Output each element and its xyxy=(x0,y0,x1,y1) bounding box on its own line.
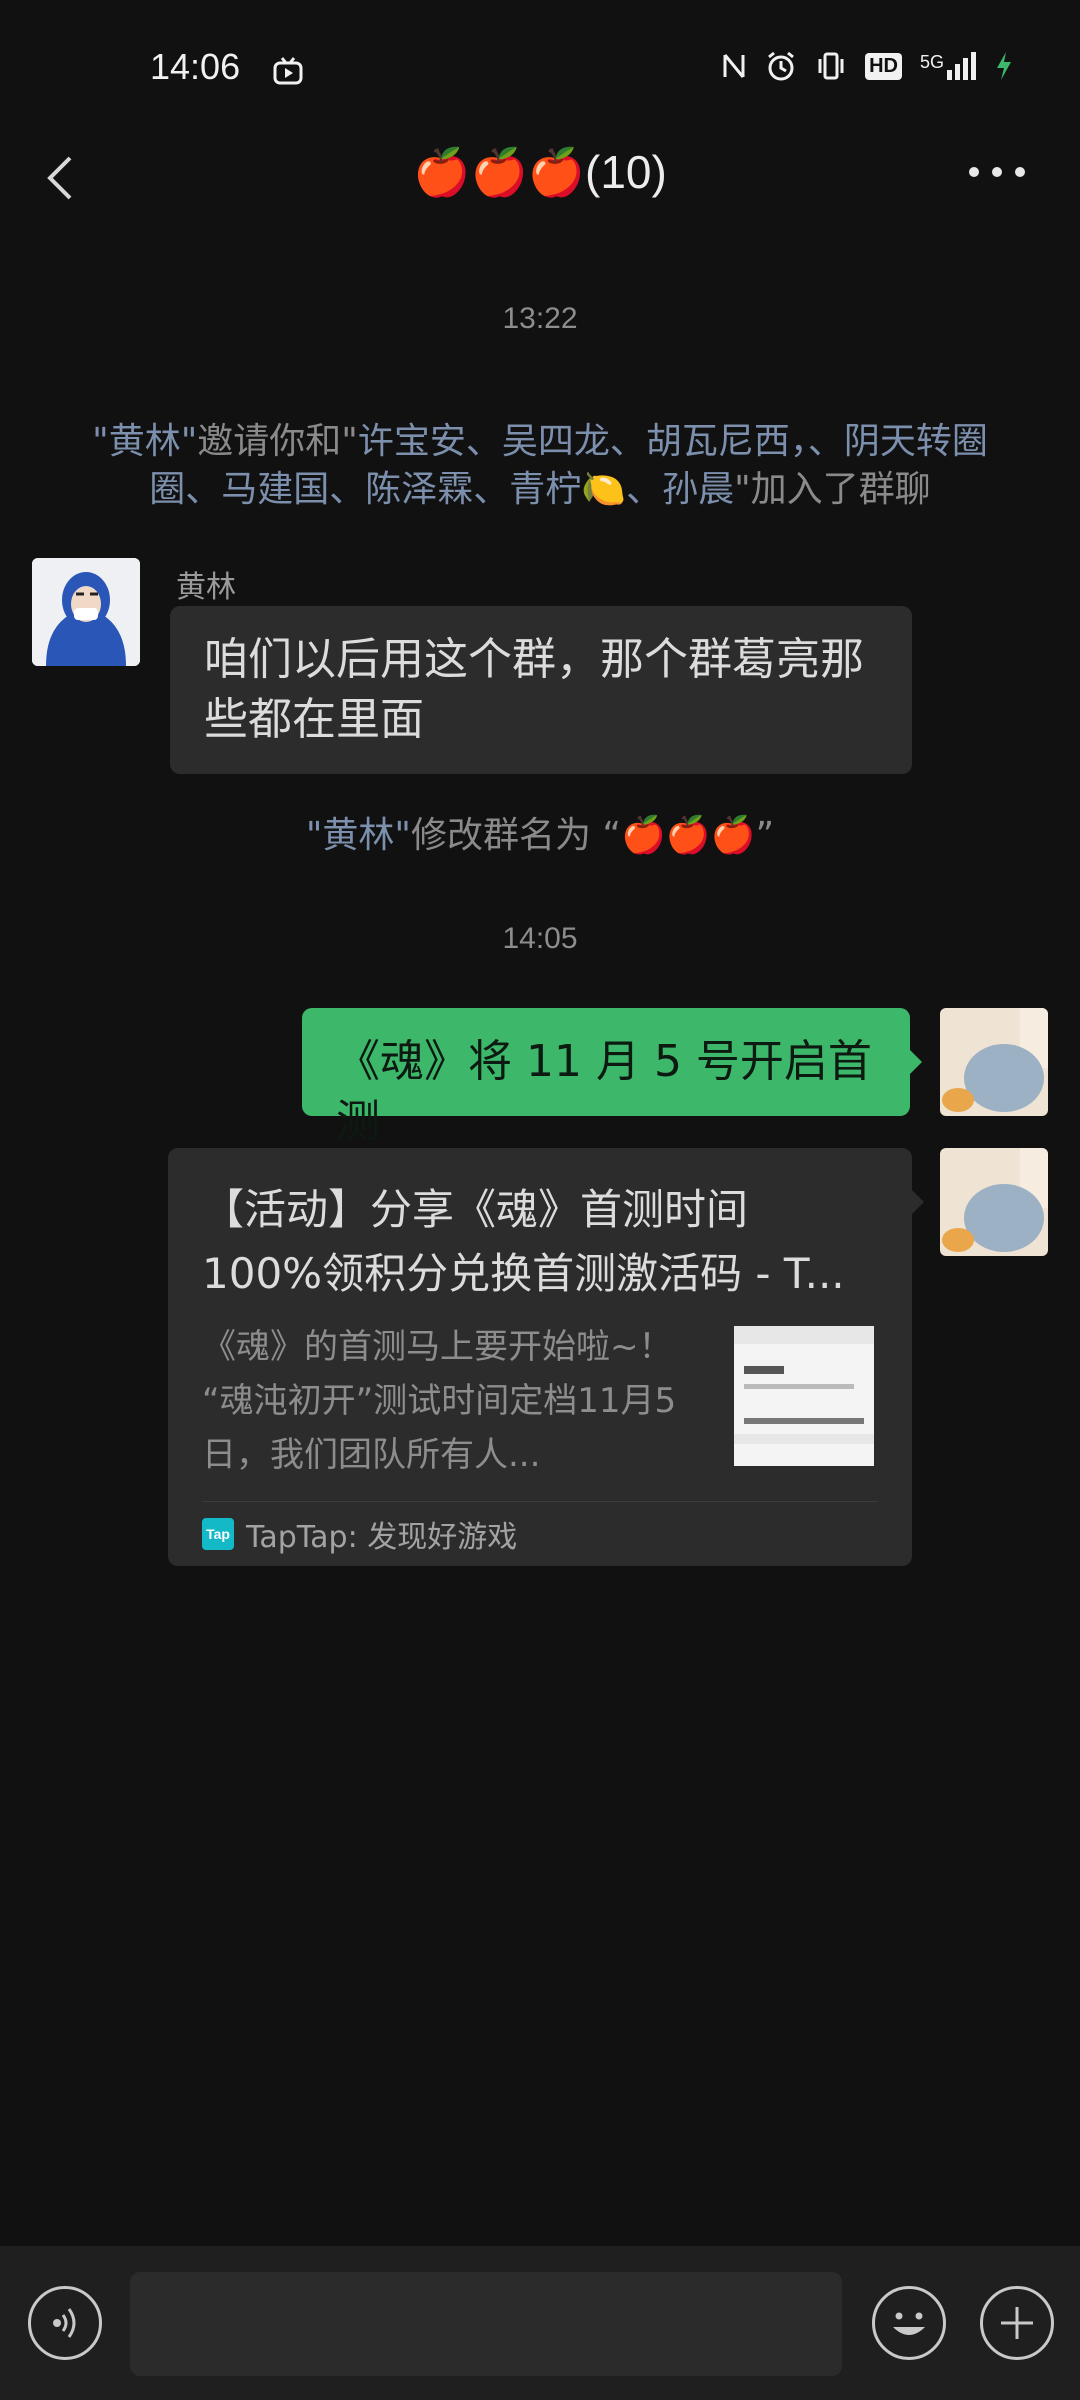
more-options-icon[interactable] xyxy=(962,152,1032,192)
network-type: 5G xyxy=(919,52,944,72)
system-message-invite: "黄林"邀请你和"许宝安、吴四龙、胡瓦尼西，、阴天转圈圈、马建国、陈泽霖、青柠🍋… xyxy=(80,418,1000,514)
plus-icon xyxy=(1001,2307,1033,2339)
timestamp: 14:05 xyxy=(502,922,578,955)
avatar-image xyxy=(32,558,140,666)
hd-icon: HD xyxy=(865,52,902,80)
actor-name[interactable]: "黄林" xyxy=(306,815,411,856)
card-source: TapTap: 发现好游戏 xyxy=(246,1520,518,1555)
rename-text: 修改群名为 “🍎🍎🍎” xyxy=(410,815,775,856)
message-input[interactable] xyxy=(130,2272,842,2376)
card-body: 《魂》的首测马上要开始啦~！ “魂沌初开”测试时间定档11月5日，我们团队所有人… xyxy=(202,1320,878,1482)
card-thumbnail xyxy=(734,1326,874,1466)
timestamp: 13:22 xyxy=(502,302,578,335)
sender-name: 黄林 xyxy=(176,570,236,605)
card-description: 《魂》的首测马上要开始啦~！ “魂沌初开”测试时间定档11月5日，我们团队所有人… xyxy=(202,1327,677,1475)
card-title: 【活动】分享《魂》首测时间 100%领积分兑换首测激活码 - T... xyxy=(202,1185,845,1298)
message-bubble-outgoing[interactable]: 《魂》将 11 月 5 号开启首测 xyxy=(302,1008,910,1147)
avatar-image xyxy=(940,1008,1048,1116)
avatar-self[interactable] xyxy=(940,1008,1048,1116)
message-bubble[interactable]: 咱们以后用这个群，那个群葛亮那些都在里面 xyxy=(170,606,912,774)
5g-signal-icon: 5G xyxy=(920,52,976,80)
avatar-huanglin[interactable] xyxy=(32,558,140,666)
avatar-self[interactable] xyxy=(940,1148,1048,1256)
taptap-logo-icon: Tap xyxy=(202,1518,234,1550)
status-time: 14:06 xyxy=(150,46,241,87)
more-functions-button[interactable] xyxy=(980,2286,1054,2360)
voice-input-button[interactable] xyxy=(28,2286,102,2360)
status-bar: 14:06 HD 5G xyxy=(0,0,1080,140)
card-tail xyxy=(910,1188,924,1216)
card-footer: Tap TapTap: 发现好游戏 xyxy=(202,1501,878,1566)
emoji-button[interactable] xyxy=(872,2286,946,2360)
chat-title: 🍎🍎🍎(10) xyxy=(413,146,667,198)
inviter-name[interactable]: "黄林" xyxy=(92,421,197,462)
alarm-icon xyxy=(768,51,795,81)
emoji-icon xyxy=(893,2312,925,2335)
invite-text-end: "加入了群聊 xyxy=(734,469,931,510)
status-icons: HD 5G xyxy=(721,50,1014,82)
nfc-icon xyxy=(723,54,745,78)
video-app-icon xyxy=(273,57,303,85)
bubble-tail xyxy=(908,1048,922,1076)
avatar-image xyxy=(940,1148,1048,1256)
charging-icon xyxy=(997,52,1011,80)
vibrate-icon xyxy=(818,52,844,80)
system-message-rename: "黄林"修改群名为 “🍎🍎🍎” xyxy=(80,812,1000,860)
link-card[interactable]: 【活动】分享《魂》首测时间 100%领积分兑换首测激活码 - T... 《魂》的… xyxy=(168,1148,912,1566)
invite-text: 邀请你和" xyxy=(197,421,358,462)
voice-icon xyxy=(53,2308,76,2338)
